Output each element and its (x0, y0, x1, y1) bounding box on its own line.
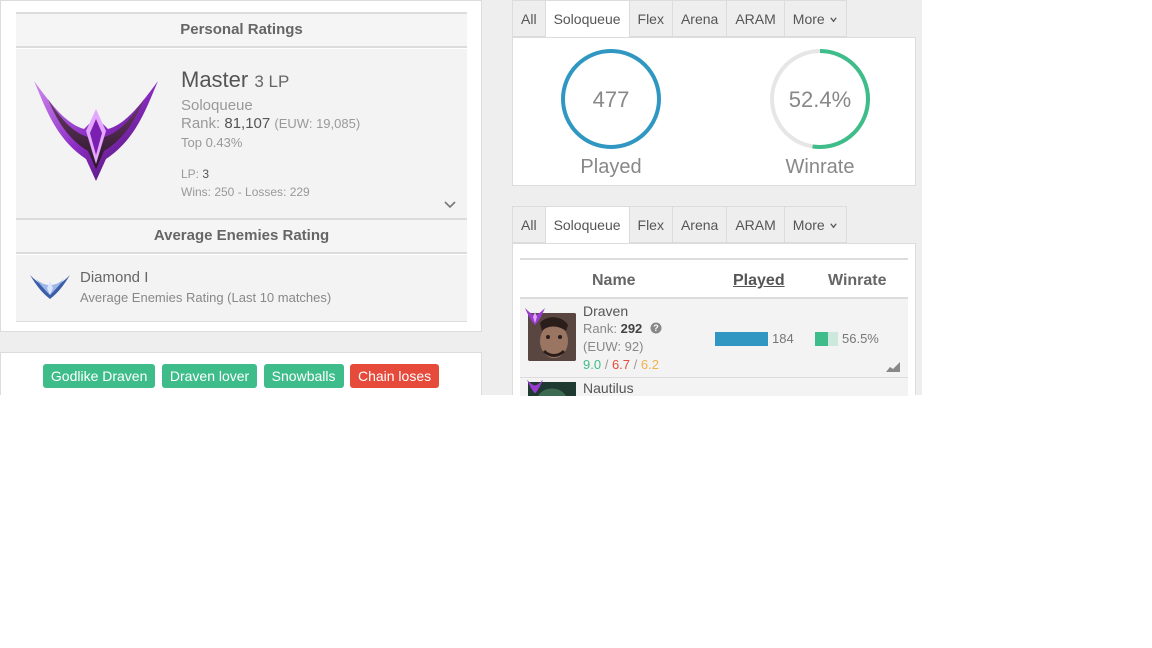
tab-aram[interactable]: ARAM (727, 206, 785, 243)
rank-line: Rank: 81,107 (EUW: 19,085) (181, 115, 360, 132)
personal-ratings-panel: Personal Ratings Master 3 LP Soloqueue R… (0, 0, 482, 332)
stats-panel: 477 Played 52.4% Winrate (512, 37, 916, 186)
chevron-down-icon (829, 223, 837, 229)
champion-kda: 9.0 / 6.7 / 6.2 (583, 357, 659, 372)
winrate-bar-track (815, 332, 838, 346)
tier-name: Master (181, 67, 249, 92)
champion-rank-line: Rank: 292 ? (583, 321, 662, 336)
tier-lp: 3 LP (254, 72, 290, 91)
played-bar-track (715, 332, 768, 346)
winrate-stat: 52.4% Winrate (765, 47, 875, 179)
personal-ratings-title: Personal Ratings (16, 12, 467, 48)
tab-aram[interactable]: ARAM (727, 0, 785, 37)
kda-deaths: 6.7 (611, 357, 631, 372)
lp-line: LP: 3 (181, 167, 209, 181)
personal-rating-box: Master 3 LP Soloqueue Rank: 81,107 (EUW:… (16, 49, 467, 219)
kda-assists: 6.2 (640, 357, 659, 372)
winrate-bar-fill (815, 332, 828, 346)
master-mini-emblem-icon (527, 379, 543, 394)
tab-soloqueue[interactable]: Soloqueue (545, 0, 630, 38)
average-enemies-title: Average Enemies Rating (16, 218, 467, 254)
tier-title: Master 3 LP (181, 67, 289, 93)
winrate-value: 52.4% (789, 87, 851, 112)
lp-label: LP: (181, 167, 200, 181)
trend-chart-icon[interactable] (886, 362, 900, 372)
tab-flex[interactable]: Flex (629, 0, 673, 37)
tag-draven-lover: Draven lover (161, 364, 258, 388)
col-name-header[interactable]: Name (592, 272, 636, 290)
queue-name: Soloqueue (181, 97, 253, 114)
table-row[interactable]: Nautilus (520, 377, 908, 396)
chevron-down-icon[interactable] (443, 197, 457, 211)
average-enemies-box: Diamond I Average Enemies Rating (Last 1… (16, 255, 467, 322)
tab-all[interactable]: All (512, 0, 546, 37)
played-value: 477 (593, 87, 630, 112)
tab-arena[interactable]: Arena (672, 0, 728, 37)
master-mini-emblem-icon (525, 308, 545, 325)
champion-name[interactable]: Nautilus (583, 380, 634, 396)
tags-row: Godlike Draven Draven lover Snowballs Ch… (0, 364, 482, 388)
rank-label: Rank: (181, 115, 221, 132)
tab-soloqueue[interactable]: Soloqueue (545, 206, 630, 244)
champion-winrate-value: 56.5% (842, 331, 879, 346)
winrate-label: Winrate (785, 156, 855, 178)
tag-godlike-draven: Godlike Draven (42, 364, 156, 388)
tab-flex[interactable]: Flex (629, 206, 673, 243)
played-label: Played (580, 156, 642, 178)
winrate-ring: 52.4% (770, 49, 870, 149)
col-winrate-header[interactable]: Winrate (828, 272, 887, 290)
win-loss-record: Wins: 250 - Losses: 229 (181, 185, 310, 199)
diamond-emblem-icon (30, 275, 70, 299)
tag-chain-loses: Chain loses (349, 364, 440, 388)
champion-region-rank: (EUW: 92) (583, 339, 644, 354)
tag-snowballs: Snowballs (263, 364, 344, 388)
tab-all[interactable]: All (512, 206, 546, 243)
master-emblem-icon (34, 81, 158, 181)
lp-value: 3 (202, 167, 210, 181)
champion-rank-label: Rank: (583, 321, 617, 336)
tab-more[interactable]: More (784, 0, 847, 37)
champion-played-value: 184 (772, 331, 794, 346)
table-top-border (520, 258, 908, 260)
table-row[interactable]: Draven Rank: 292 ? (EUW: 92) 9.0 / 6.7 /… (520, 297, 908, 377)
tab-more-label: More (792, 217, 825, 233)
tab-more-label: More (792, 11, 825, 27)
question-circle-icon[interactable]: ? (650, 322, 662, 334)
played-ring: 477 (561, 49, 661, 149)
chevron-down-icon (829, 17, 837, 23)
kda-kills: 9.0 (583, 357, 602, 372)
tab-arena[interactable]: Arena (672, 206, 728, 243)
played-stat: 477 Played (556, 47, 666, 179)
kda-separator: / (633, 357, 638, 372)
col-played-header[interactable]: Played (733, 272, 785, 290)
queue-tabs-top: All Soloqueue Flex Arena ARAM More (512, 0, 847, 38)
played-bar-fill (715, 332, 768, 346)
kda-separator: / (604, 357, 609, 372)
queue-tabs-bottom: All Soloqueue Flex Arena ARAM More (512, 206, 847, 244)
champion-rank-value: 292 (620, 321, 643, 336)
rank-value: 81,107 (224, 115, 271, 132)
svg-text:?: ? (653, 323, 659, 333)
average-subtitle: Average Enemies Rating (Last 10 matches) (80, 290, 332, 305)
champion-name[interactable]: Draven (583, 303, 628, 319)
tab-more[interactable]: More (784, 206, 847, 243)
average-tier: Diamond I (80, 269, 149, 286)
rank-region: (EUW: 19,085) (274, 116, 361, 131)
top-percent: Top 0.43% (181, 135, 243, 150)
